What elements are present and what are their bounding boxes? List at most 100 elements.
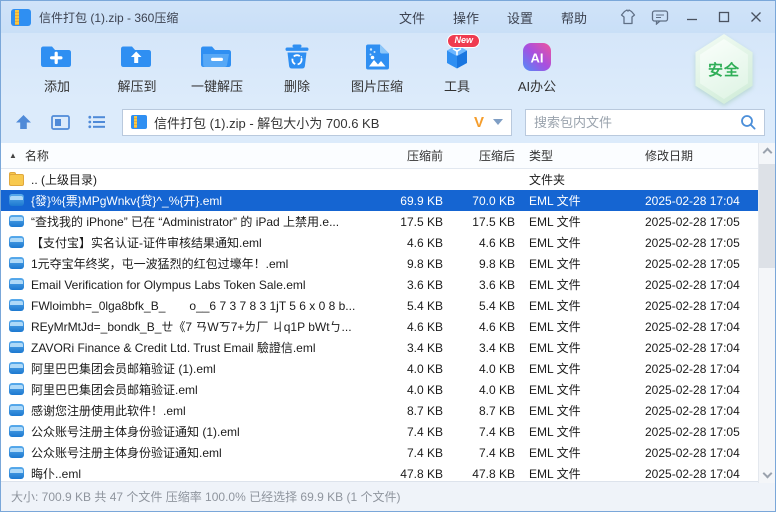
table-row[interactable]: 公众账号注册主体身份验证通知.eml 7.4 KB 7.4 KB EML 文件 …	[1, 442, 775, 463]
minimize-button[interactable]	[679, 6, 705, 28]
file-name: 1元夺宝年终奖，屯一波猛烈的红包过壕年！.eml	[31, 255, 288, 272]
ai-office-icon: AI	[518, 41, 556, 73]
combobox-v-icon: V	[474, 115, 484, 130]
table-row[interactable]: 【支付宝】实名认证-证件审核结果通知.eml 4.6 KB 4.6 KB EML…	[1, 232, 775, 253]
table-row[interactable]: 阿里巴巴集团会员邮箱验证 (1).eml 4.0 KB 4.0 KB EML 文…	[1, 358, 775, 379]
table-row[interactable]: “查找我的 iPhone” 已在 “Administrator” 的 iPad …	[1, 211, 775, 232]
nav-up-button[interactable]	[11, 110, 35, 134]
col-type: EML 文件	[515, 402, 643, 419]
table-row[interactable]: .. (上级目录) 文件夹	[1, 169, 775, 190]
scrollbar[interactable]	[758, 143, 775, 483]
table-row[interactable]: Email Verification for Olympus Labs Toke…	[1, 274, 775, 295]
file-name: 晦仆..eml	[31, 465, 81, 482]
delete-icon	[278, 41, 316, 73]
col-size-after: 17.5 KB	[443, 215, 515, 229]
scroll-down-icon[interactable]	[762, 469, 772, 479]
toolbar-button-label: 添加	[44, 76, 70, 95]
col-type: EML 文件	[515, 381, 643, 398]
col-size-after: 4.6 KB	[443, 320, 515, 334]
menu-item-file[interactable]: 文件	[385, 4, 439, 31]
table-row[interactable]: ZAVORi Finance & Credit Ltd. Trust Email…	[1, 337, 775, 358]
col-size-after: 7.4 KB	[443, 425, 515, 439]
menu-item-actions[interactable]: 操作	[439, 4, 493, 31]
eml-file-icon	[9, 299, 25, 312]
list-mode-button[interactable]	[85, 110, 109, 134]
one-key-extract-icon	[198, 41, 236, 73]
table-row[interactable]: {發}%{票}MPgWnkv{贷}^_%{开}.eml 69.9 KB 70.0…	[1, 190, 775, 211]
feedback-icon[interactable]	[647, 6, 673, 28]
close-button[interactable]	[743, 6, 769, 28]
safe-badge-label: 安全	[708, 59, 740, 80]
eml-file-icon	[9, 215, 25, 228]
eml-file-icon	[9, 425, 25, 438]
eml-file-icon	[9, 257, 25, 270]
col-date: 2025-02-28 17:05	[643, 215, 775, 229]
file-name: “查找我的 iPhone” 已在 “Administrator” 的 iPad …	[31, 213, 339, 230]
eml-file-icon	[9, 383, 25, 396]
eml-file-icon	[9, 362, 25, 375]
col-size-after: 9.8 KB	[443, 257, 515, 271]
column-header-date[interactable]: 修改日期	[643, 147, 775, 164]
table-row[interactable]: 感谢您注册使用此软件！.eml 8.7 KB 8.7 KB EML 文件 202…	[1, 400, 775, 421]
table-row[interactable]: FWloimbh=_0lga8bfk_B_ o__6 7 3 7 8 3 1jT…	[1, 295, 775, 316]
col-size-after: 7.4 KB	[443, 446, 515, 460]
col-size-before: 5.4 KB	[365, 299, 443, 313]
extract-to-icon	[118, 41, 156, 73]
maximize-button[interactable]	[711, 6, 737, 28]
view-mode-button[interactable]	[48, 110, 72, 134]
col-size-before: 3.6 KB	[365, 278, 443, 292]
col-size-before: 3.4 KB	[365, 341, 443, 355]
safe-shield-badge[interactable]: 安全	[693, 34, 755, 104]
table-row[interactable]: REyMrMtJd=_bondk_B_ㄝ《7 ㄢWㄎ7+ㄌ厂 ㄐq1P bWtㄅ…	[1, 316, 775, 337]
toolbar-button-one-key-extract[interactable]: 一键解压	[177, 39, 257, 95]
theme-shirt-icon[interactable]	[615, 6, 641, 28]
menu-item-help[interactable]: 帮助	[547, 4, 601, 31]
status-bar: 大小: 700.9 KB 共 47 个文件 压缩率 100.0% 已经选择 69…	[1, 481, 775, 511]
col-size-after: 4.0 KB	[443, 383, 515, 397]
col-type: EML 文件	[515, 234, 643, 251]
chevron-down-icon[interactable]	[493, 119, 503, 125]
file-name: 公众账号注册主体身份验证通知.eml	[31, 444, 222, 461]
toolbar: 添加 解压到 一键解压 删除 图片压缩 New 工具 AI AI办公	[1, 33, 775, 101]
sort-asc-icon: ▲	[9, 151, 17, 160]
column-header-type[interactable]: 类型	[515, 147, 643, 164]
window-title: 信件打包 (1).zip - 360压缩	[39, 9, 178, 26]
column-header-after[interactable]: 压缩后	[443, 147, 515, 164]
col-date: 2025-02-28 17:04	[643, 194, 775, 208]
column-header-before[interactable]: 压缩前	[365, 147, 443, 164]
table-row[interactable]: 阿里巴巴集团会员邮箱验证.eml 4.0 KB 4.0 KB EML 文件 20…	[1, 379, 775, 400]
toolbar-button-tools[interactable]: New 工具	[417, 39, 497, 95]
archive-path-text: 信件打包 (1).zip - 解包大小为 700.6 KB	[154, 113, 467, 132]
table-row[interactable]: 晦仆..eml 47.8 KB 47.8 KB EML 文件 2025-02-2…	[1, 463, 775, 483]
menu-item-settings[interactable]: 设置	[493, 4, 547, 31]
column-header-name[interactable]: ▲ 名称	[1, 147, 365, 164]
file-name: Email Verification for Olympus Labs Toke…	[31, 278, 306, 292]
scroll-up-icon[interactable]	[762, 148, 772, 158]
col-date: 2025-02-28 17:04	[643, 320, 775, 334]
file-name: .. (上级目录)	[31, 171, 97, 188]
table-row[interactable]: 1元夺宝年终奖，屯一波猛烈的红包过壕年！.eml 9.8 KB 9.8 KB E…	[1, 253, 775, 274]
scroll-thumb[interactable]	[759, 164, 775, 268]
col-size-after: 8.7 KB	[443, 404, 515, 418]
archive-path-combobox[interactable]: 信件打包 (1).zip - 解包大小为 700.6 KB V	[122, 109, 512, 136]
search-input[interactable]	[534, 115, 740, 130]
toolbar-button-label: 图片压缩	[351, 76, 403, 95]
toolbar-button-ai-office[interactable]: AI AI办公	[497, 39, 577, 95]
toolbar-button-extract-to[interactable]: 解压到	[97, 39, 177, 95]
col-type: EML 文件	[515, 444, 643, 461]
toolbar-button-folder-add[interactable]: 添加	[17, 39, 97, 95]
table-header-row: ▲ 名称 压缩前 压缩后 类型 修改日期	[1, 143, 775, 169]
file-name: 公众账号注册主体身份验证通知 (1).eml	[31, 423, 240, 440]
col-size-after: 4.0 KB	[443, 362, 515, 376]
col-type: EML 文件	[515, 192, 643, 209]
toolbar-button-image-compress[interactable]: 图片压缩	[337, 39, 417, 95]
search-icon[interactable]	[740, 114, 756, 130]
table-row[interactable]: 公众账号注册主体身份验证通知 (1).eml 7.4 KB 7.4 KB EML…	[1, 421, 775, 442]
eml-file-icon	[9, 320, 25, 333]
col-type: EML 文件	[515, 213, 643, 230]
col-type: 文件夹	[515, 171, 643, 188]
toolbar-button-delete[interactable]: 删除	[257, 39, 337, 95]
toolbar-button-label: AI办公	[518, 76, 556, 95]
col-date: 2025-02-28 17:05	[643, 425, 775, 439]
file-name: REyMrMtJd=_bondk_B_ㄝ《7 ㄢWㄎ7+ㄌ厂 ㄐq1P bWtㄅ…	[31, 318, 352, 335]
